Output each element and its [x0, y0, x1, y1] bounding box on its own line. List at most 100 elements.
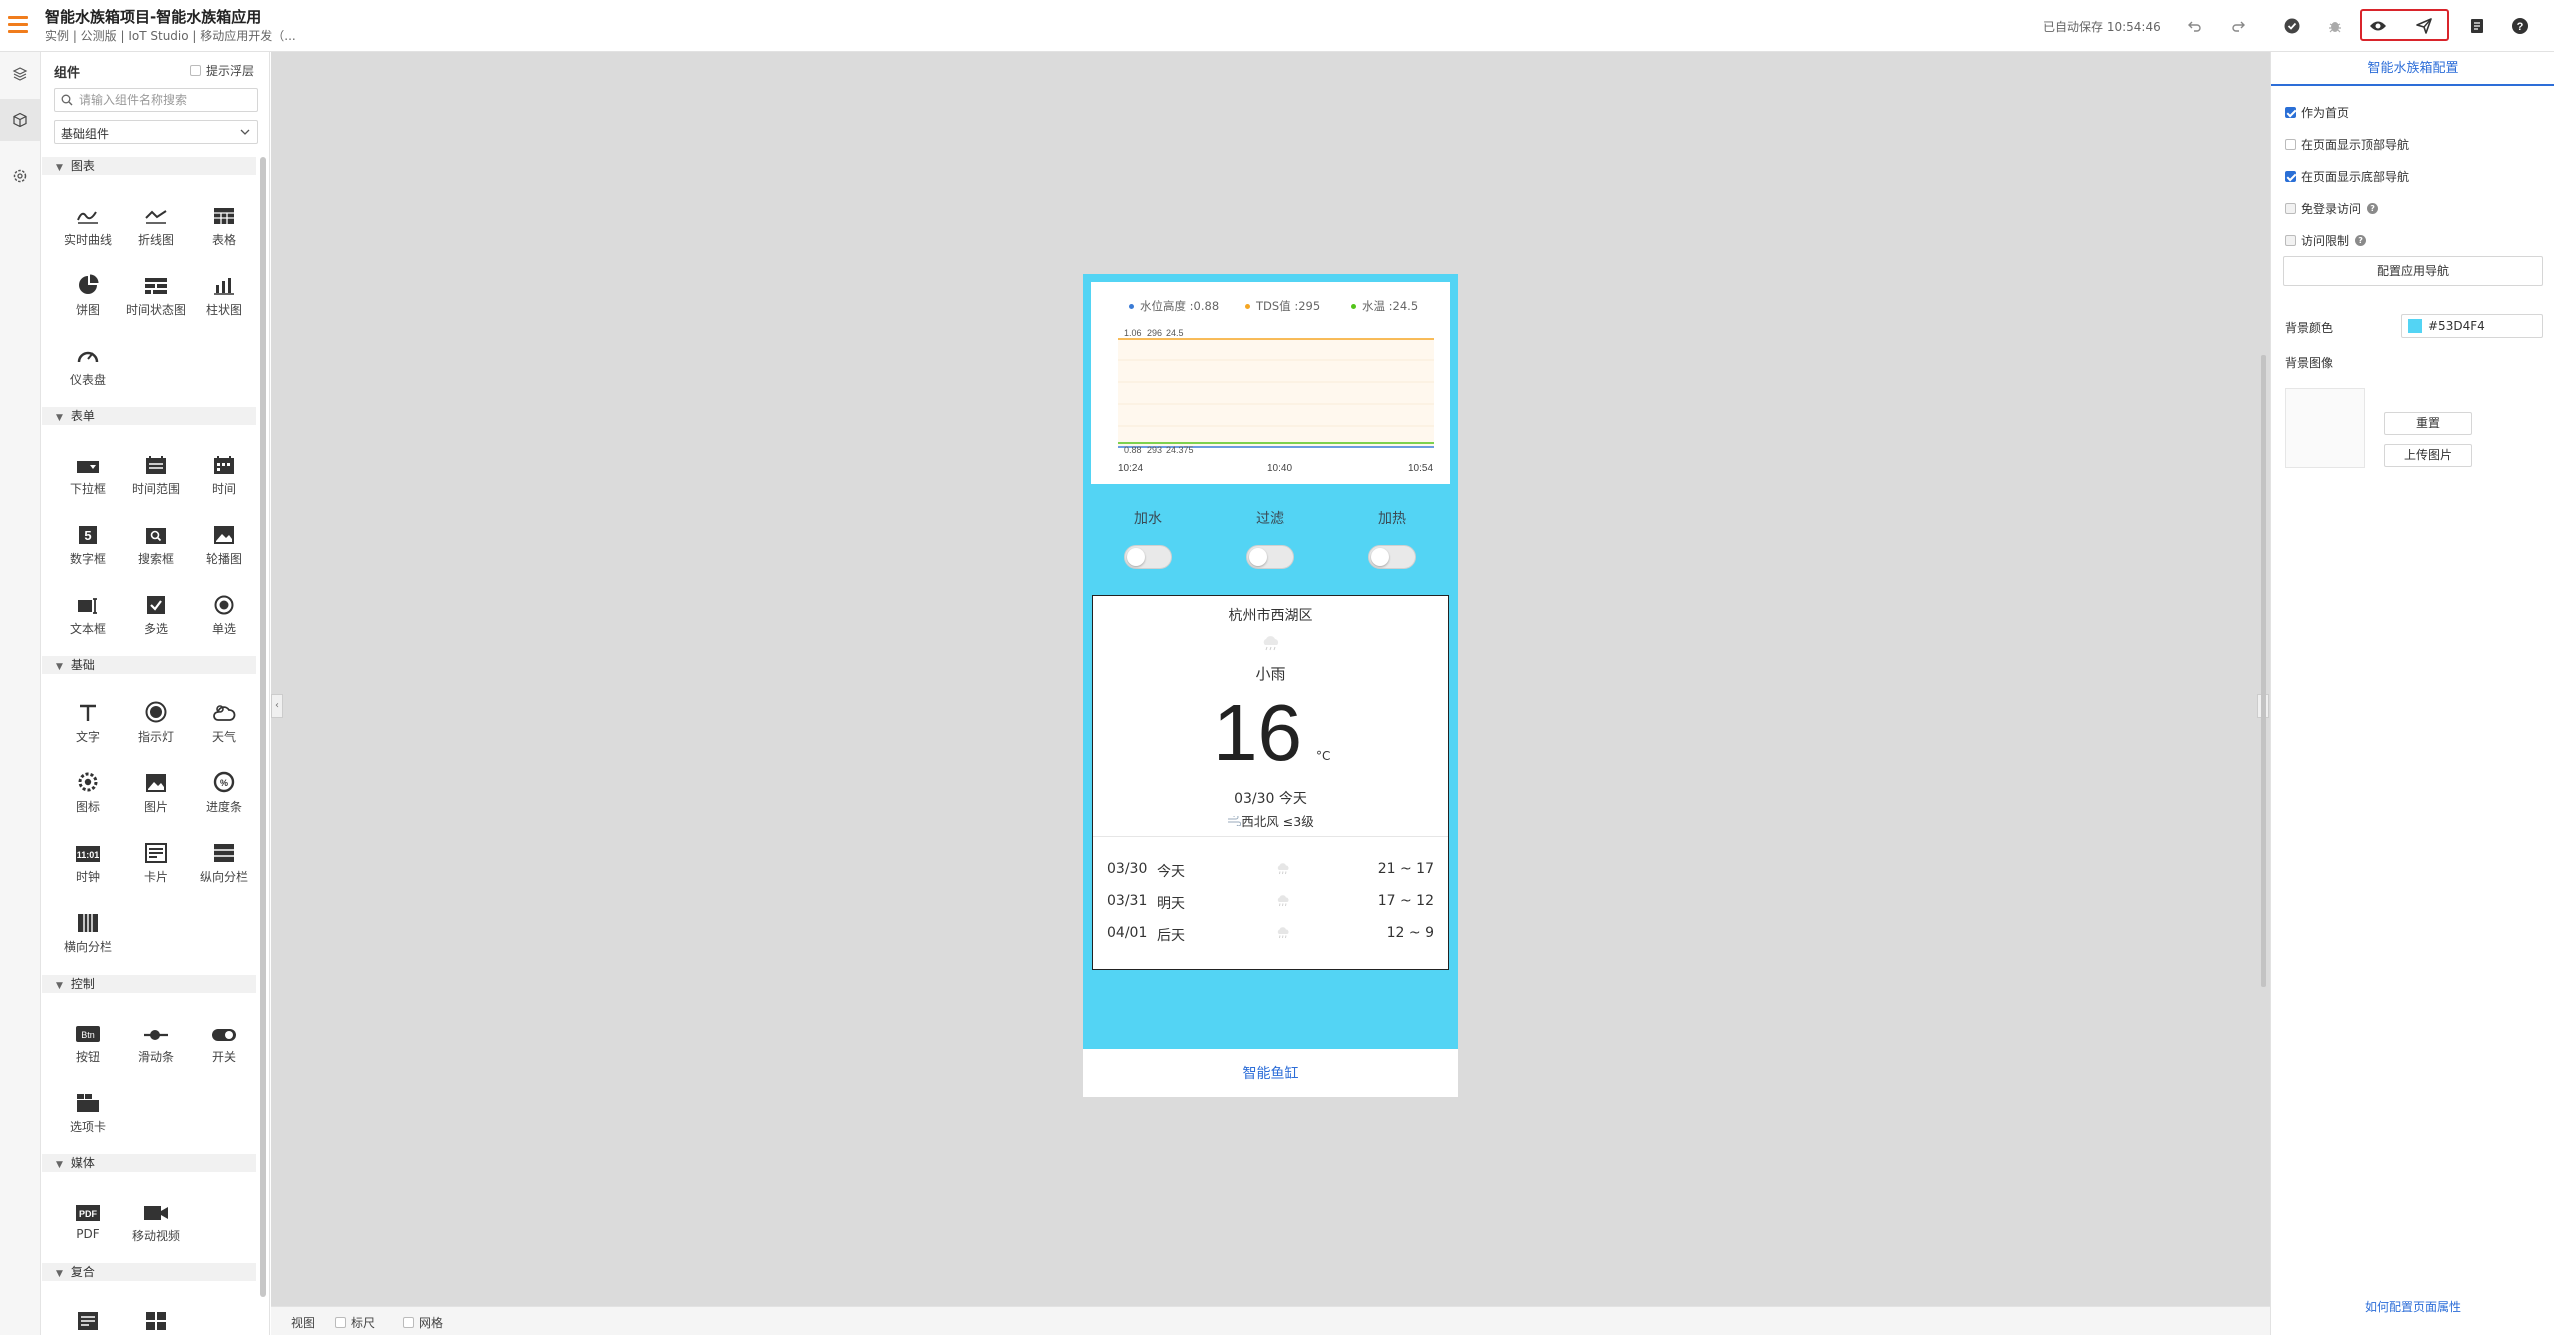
- forecast-date: 04/01: [1107, 925, 1148, 941]
- comp-card[interactable]: 卡片: [122, 833, 190, 893]
- bg-image-placeholder[interactable]: [2285, 388, 2365, 468]
- comp-image[interactable]: 图片: [122, 763, 190, 823]
- component-type-select[interactable]: 基础组件: [54, 120, 258, 144]
- checkbox-box[interactable]: [190, 65, 201, 76]
- category-control[interactable]: ▼ 控制: [42, 975, 256, 993]
- comp-text[interactable]: 文字: [54, 693, 122, 753]
- reset-button[interactable]: 重置: [2384, 412, 2472, 435]
- comp-line-chart[interactable]: 折线图: [122, 196, 190, 256]
- publish-send-icon[interactable]: [2412, 14, 2436, 38]
- comp-horizontal-columns[interactable]: 横向分栏: [54, 903, 122, 963]
- check-icon[interactable]: [2280, 14, 2304, 38]
- comp-progress[interactable]: % 进度条: [190, 763, 258, 823]
- comp-composite-1[interactable]: [54, 1301, 122, 1335]
- search-input[interactable]: [79, 93, 249, 107]
- comp-dropdown[interactable]: 下拉框: [54, 445, 122, 505]
- upload-image-button[interactable]: 上传图片: [2384, 444, 2472, 467]
- comp-bar-chart[interactable]: 柱状图: [190, 266, 258, 326]
- comp-weather[interactable]: 天气: [190, 693, 258, 753]
- category-composite[interactable]: ▼ 复合: [42, 1263, 256, 1281]
- comp-icon[interactable]: 图标: [54, 763, 122, 823]
- checkbox-login-free[interactable]: 免登录访问?: [2285, 200, 2379, 217]
- question-icon[interactable]: ?: [2355, 235, 2367, 246]
- comp-time[interactable]: 时间: [190, 445, 258, 505]
- forecast-row: 03/31 明天 17 ~ 12: [1107, 893, 1434, 913]
- phone-preview[interactable]: 水位高度 :0.88 TDS值 :295 水温 :24.5 1.06 296 2…: [1083, 274, 1458, 1097]
- bottom-tab-bar: 智能鱼缸: [1083, 1049, 1458, 1097]
- redo-icon[interactable]: [2226, 14, 2250, 38]
- comp-vertical-columns[interactable]: 纵向分栏: [190, 833, 258, 893]
- checkbox-as-homepage[interactable]: 作为首页: [2285, 104, 2349, 121]
- component-search[interactable]: [54, 88, 258, 112]
- checkbox-box[interactable]: [2285, 107, 2296, 118]
- checkbox-access-limit[interactable]: 访问限制?: [2285, 232, 2367, 249]
- checkbox-box[interactable]: [2285, 139, 2296, 150]
- switch-heat[interactable]: [1368, 545, 1416, 569]
- checkbox-box[interactable]: [2285, 235, 2296, 246]
- switch-add-water[interactable]: [1124, 545, 1172, 569]
- comp-gauge[interactable]: 仪表盘: [54, 336, 122, 396]
- float-tip-checkbox[interactable]: 提示浮层: [190, 62, 254, 79]
- switch-filter[interactable]: [1246, 545, 1294, 569]
- comp-carousel[interactable]: 轮播图: [190, 515, 258, 575]
- bg-color-picker[interactable]: #53D4F4: [2401, 314, 2543, 338]
- page-config-panel: 智能水族箱配置 作为首页 在页面显示顶部导航 在页面显示底部导航 免登录访问? …: [2270, 52, 2554, 1335]
- debug-icon[interactable]: [2323, 14, 2347, 38]
- comp-tabs[interactable]: 选项卡: [54, 1083, 122, 1143]
- preview-eye-icon[interactable]: [2366, 14, 2390, 38]
- help-link[interactable]: 如何配置页面属性: [2271, 1298, 2554, 1315]
- checkbox-box[interactable]: [335, 1317, 346, 1328]
- comp-text-box[interactable]: 文本框: [54, 585, 122, 645]
- config-app-nav-button[interactable]: 配置应用导航: [2283, 256, 2543, 286]
- grid-checkbox[interactable]: 网格: [403, 1314, 443, 1331]
- menu-icon[interactable]: [8, 16, 28, 34]
- collapse-left-handle[interactable]: ‹: [271, 694, 283, 718]
- undo-icon[interactable]: [2183, 14, 2207, 38]
- document-icon[interactable]: [2465, 14, 2489, 38]
- comp-slider[interactable]: 滑动条: [122, 1013, 190, 1073]
- question-icon[interactable]: ?: [2367, 203, 2379, 214]
- comp-indicator[interactable]: 指示灯: [122, 693, 190, 753]
- comp-search-box[interactable]: 搜索框: [122, 515, 190, 575]
- comp-label: 表格: [211, 233, 236, 247]
- panel-scrollbar[interactable]: [260, 157, 266, 1297]
- category-media[interactable]: ▼ 媒体: [42, 1154, 256, 1172]
- color-swatch[interactable]: [2408, 319, 2422, 333]
- comp-realtime-curve[interactable]: 实时曲线: [54, 196, 122, 256]
- checkbox-bottom-nav[interactable]: 在页面显示底部导航: [2285, 168, 2409, 185]
- comp-button[interactable]: Btn 按钮: [54, 1013, 122, 1073]
- view-label[interactable]: 视图: [291, 1314, 315, 1331]
- checkbox-box[interactable]: [2285, 171, 2296, 182]
- canvas-scrollbar[interactable]: [2261, 355, 2266, 987]
- ruler-checkbox[interactable]: 标尺: [335, 1314, 375, 1331]
- comp-radio[interactable]: 单选: [190, 585, 258, 645]
- components-cube-icon[interactable]: [0, 99, 40, 141]
- checkbox-box[interactable]: [2285, 203, 2296, 214]
- checkbox-top-nav[interactable]: 在页面显示顶部导航: [2285, 136, 2409, 153]
- toggle-label-filter: 过滤: [1256, 511, 1284, 527]
- tab-page-config[interactable]: 智能水族箱配置: [2271, 52, 2554, 86]
- comp-pdf[interactable]: PDF PDF: [54, 1192, 122, 1252]
- comp-table[interactable]: 表格: [190, 196, 258, 256]
- comp-pie[interactable]: 饼图: [54, 266, 122, 326]
- comp-number-box[interactable]: 5 数字框: [54, 515, 122, 575]
- layers-icon[interactable]: [8, 62, 32, 86]
- comp-multi-select[interactable]: 多选: [122, 585, 190, 645]
- checkbox-box[interactable]: [403, 1317, 414, 1328]
- category-basic[interactable]: ▼ 基础: [42, 656, 256, 674]
- tab-smart-tank[interactable]: 智能鱼缸: [1083, 1063, 1458, 1083]
- comp-switch[interactable]: 开关: [190, 1013, 258, 1073]
- app-breadcrumb[interactable]: 实例 | 公测版 | IoT Studio | 移动应用开发（...: [45, 27, 296, 44]
- comp-mobile-video[interactable]: 移动视频: [122, 1192, 190, 1252]
- help-icon[interactable]: ?: [2508, 14, 2532, 38]
- comp-time-range[interactable]: 时间范围: [122, 445, 190, 505]
- weather-card[interactable]: 杭州市西湖区 小雨 16 °C 03/30 今天 西北风 ≤3级 03/30 今…: [1092, 595, 1449, 970]
- comp-composite-2[interactable]: [122, 1301, 190, 1335]
- realtime-chart-card[interactable]: 水位高度 :0.88 TDS值 :295 水温 :24.5 1.06 296 2…: [1091, 282, 1450, 484]
- comp-time-status[interactable]: 时间状态图: [122, 266, 190, 326]
- settings-gear-icon[interactable]: [8, 164, 32, 188]
- category-form[interactable]: ▼ 表单: [42, 407, 256, 425]
- category-chart[interactable]: ▼ 图表: [42, 157, 256, 175]
- comp-clock[interactable]: 11:01 时钟: [54, 833, 122, 893]
- image-icon: [146, 774, 166, 792]
